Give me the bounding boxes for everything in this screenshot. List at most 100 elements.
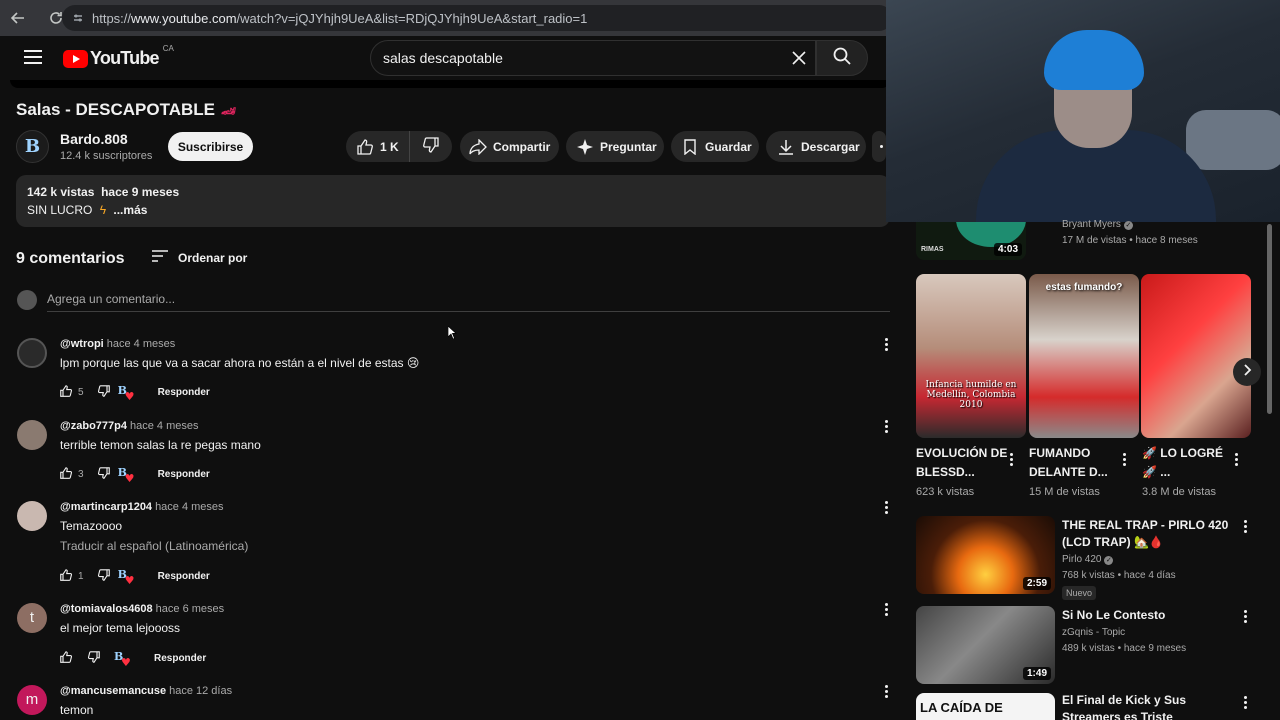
description-box[interactable]: 142 k vistas hace 9 meses SIN LUCRO ϟ ..… — [16, 175, 890, 227]
comment-menu-icon[interactable] — [880, 603, 892, 619]
comment-time[interactable]: hace 6 meses — [156, 603, 224, 615]
video-channel[interactable]: zGqnis - Topic — [1062, 627, 1125, 638]
short-thumbnail[interactable]: estas fumando? — [1029, 274, 1139, 438]
short-title[interactable]: FUMANDO DELANTE D... — [1029, 444, 1121, 482]
clear-search-icon[interactable] — [789, 48, 809, 68]
comment-time[interactable]: hace 4 meses — [130, 420, 198, 432]
short-title[interactable]: EVOLUCIÓN DE BLESSD... — [916, 444, 1008, 482]
commenter-handle[interactable]: @wtropi — [60, 338, 104, 350]
short-views: 15 M de vistas — [1029, 486, 1100, 498]
commenter-avatar[interactable] — [17, 501, 47, 531]
commenter-handle[interactable]: @martincarp1204 — [60, 501, 152, 513]
reply-button[interactable]: Responder — [158, 469, 210, 480]
dislike-button[interactable] — [410, 131, 452, 162]
commenter-avatar[interactable] — [17, 420, 47, 450]
comment-time[interactable]: hace 4 meses — [155, 501, 223, 513]
short-views: 623 k vistas — [916, 486, 975, 498]
short-menu-icon[interactable] — [1231, 453, 1241, 469]
video-thumbnail[interactable]: 2:59 — [916, 516, 1055, 594]
video-duration: 4:03 — [993, 243, 1022, 256]
channel-name[interactable]: Bardo.808 — [60, 131, 128, 147]
comment-menu-icon[interactable] — [880, 685, 892, 701]
reply-button[interactable]: Responder — [154, 653, 206, 664]
comment-dislike-icon[interactable] — [97, 384, 110, 400]
short-thumbnail[interactable]: Infancia humilde en Medellín, Colombia 2… — [916, 274, 1026, 438]
channel-avatar[interactable]: B — [16, 130, 49, 163]
video-channel-name: Pirlo 420 — [1062, 554, 1102, 565]
short-views: 3.8 M de vistas — [1142, 486, 1216, 498]
download-icon — [777, 138, 795, 156]
comment-dislike-icon[interactable] — [97, 466, 110, 482]
commenter-avatar[interactable]: t — [17, 603, 47, 633]
video-channel[interactable]: Pirlo 420 ✓ — [1062, 554, 1114, 565]
site-info-icon[interactable] — [72, 12, 84, 24]
comment-dislike-icon[interactable] — [87, 650, 100, 666]
comment-text: lpm porque las que va a sacar ahora no e… — [60, 356, 420, 370]
comment-menu-icon[interactable] — [880, 420, 892, 436]
menu-icon[interactable] — [24, 50, 42, 64]
video-title: Salas - DESCAPOTABLE 🏎 — [16, 100, 236, 120]
verified-icon: ✓ — [1104, 556, 1114, 565]
video-thumbnail[interactable]: RIMAS 4:03 — [916, 222, 1026, 260]
subscribe-button[interactable]: Suscribirse — [168, 132, 253, 161]
video-title[interactable]: El Final de Kick y Sus Streamers es Tris… — [1062, 692, 1232, 720]
video-title[interactable]: Si No Le Contesto — [1062, 607, 1232, 624]
comment-menu-icon[interactable] — [880, 501, 892, 517]
download-label: Descargar — [801, 139, 860, 154]
comment-like-icon[interactable] — [60, 466, 73, 482]
commenter-avatar[interactable] — [17, 338, 47, 368]
comment-time[interactable]: hace 12 días — [169, 685, 232, 697]
video-title[interactable]: THE REAL TRAP - PIRLO 420 (LCD TRAP) 🏡🩸 — [1062, 517, 1232, 551]
share-icon — [469, 138, 487, 156]
reply-button[interactable]: Responder — [158, 571, 210, 582]
download-button[interactable]: Descargar — [766, 131, 866, 162]
video-thumbnail[interactable]: 1:49 — [916, 606, 1055, 684]
video-meta: 489 k vistas • hace 9 meses — [1062, 643, 1187, 654]
ask-button[interactable]: Preguntar — [566, 131, 664, 162]
shorts-next-button[interactable] — [1233, 358, 1261, 386]
video-thumbnail[interactable]: LA CAÍDA DE — [916, 693, 1055, 720]
comment-like-icon[interactable] — [60, 384, 73, 400]
commenter-handle[interactable]: @mancusemancuse — [60, 685, 166, 697]
short-menu-icon[interactable] — [1119, 453, 1129, 469]
search-input[interactable]: salas descapotable — [370, 40, 816, 76]
like-button[interactable]: 1 K — [346, 131, 410, 162]
short-title[interactable]: 🚀 LO LOGRÉ 🚀 ... — [1142, 444, 1234, 482]
search-icon — [833, 47, 851, 70]
comment-menu-icon[interactable] — [880, 338, 892, 354]
commenter-handle[interactable]: @zabo777p4 — [60, 420, 127, 432]
sort-button[interactable]: Ordenar por — [151, 249, 247, 266]
car-emoji-icon: 🏎 — [221, 104, 237, 118]
more-actions-button[interactable] — [872, 131, 886, 162]
short-menu-icon[interactable] — [1006, 453, 1016, 469]
translate-link[interactable]: Traducir al español (Latinoamérica) — [60, 539, 248, 553]
video-menu-icon[interactable] — [1240, 696, 1250, 712]
comment-time[interactable]: hace 4 meses — [107, 338, 175, 350]
back-arrow-icon[interactable] — [8, 8, 28, 28]
video-channel[interactable]: Bryant Myers ✓ — [1062, 219, 1133, 230]
share-button[interactable]: Compartir — [460, 131, 559, 162]
search-button[interactable] — [816, 40, 868, 76]
thumb-up-icon — [356, 138, 374, 156]
video-menu-icon[interactable] — [1240, 610, 1250, 626]
address-bar[interactable]: https://www.youtube.com/watch?v=jQJYhjh9… — [62, 5, 892, 31]
lightning-icon: ϟ — [99, 203, 107, 217]
commenter-handle[interactable]: @tomiavalos4608 — [60, 603, 153, 615]
show-more-link[interactable]: ...más — [113, 203, 147, 217]
sidebar-scrollbar[interactable] — [1267, 224, 1272, 414]
save-button[interactable]: Guardar — [671, 131, 759, 162]
creator-heart-icon: B — [118, 466, 135, 485]
add-comment-input[interactable]: Agrega un comentario... — [47, 292, 175, 306]
video-player[interactable] — [10, 80, 890, 88]
sparkle-icon — [576, 138, 594, 156]
youtube-logo[interactable]: YouTube CA — [63, 44, 174, 69]
comment-like-icon[interactable] — [60, 568, 73, 584]
url-path: /watch?v=jQJYhjh9UeA&list=RDjQJYhjh9UeA&… — [236, 10, 588, 26]
commenter-avatar[interactable]: m — [17, 685, 47, 715]
short-thumbnail[interactable] — [1141, 274, 1251, 438]
youtube-play-icon — [63, 49, 88, 68]
comment-like-icon[interactable] — [60, 650, 73, 666]
comment-dislike-icon[interactable] — [97, 568, 110, 584]
reply-button[interactable]: Responder — [158, 387, 210, 398]
video-menu-icon[interactable] — [1240, 520, 1250, 536]
